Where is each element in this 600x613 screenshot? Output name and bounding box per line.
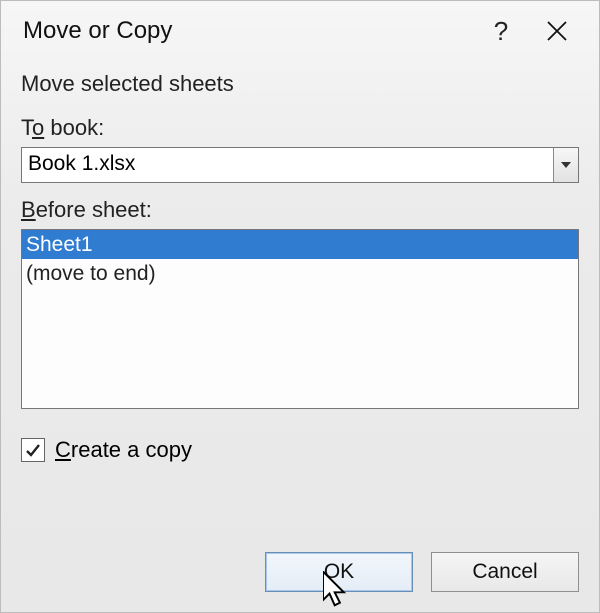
dialog-body: Move selected sheets To book: Book 1.xls… (1, 61, 599, 463)
close-icon (546, 20, 568, 42)
dialog-title: Move or Copy (23, 17, 473, 45)
before-sheet-listbox[interactable]: Sheet1 (move to end) (21, 229, 579, 409)
ok-button[interactable]: OK (265, 552, 413, 592)
move-or-copy-dialog: Move or Copy ? Move selected sheets To b… (0, 0, 600, 613)
list-item[interactable]: Sheet1 (22, 230, 578, 259)
close-button[interactable] (529, 7, 585, 55)
to-book-dropdown[interactable]: Book 1.xlsx (21, 147, 579, 183)
before-sheet-label: Before sheet: (21, 197, 579, 223)
dropdown-arrow-icon (553, 148, 578, 182)
titlebar: Move or Copy ? (1, 1, 599, 61)
help-button[interactable]: ? (473, 7, 529, 55)
checkbox-box (21, 438, 45, 462)
move-selected-sheets-label: Move selected sheets (21, 71, 579, 97)
checkmark-icon (25, 442, 41, 458)
list-item[interactable]: (move to end) (22, 259, 578, 288)
create-a-copy-checkbox[interactable]: Create a copy (21, 437, 579, 463)
cancel-button[interactable]: Cancel (431, 552, 579, 592)
to-book-value: Book 1.xlsx (22, 148, 553, 182)
create-a-copy-label: Create a copy (55, 437, 192, 463)
dialog-buttons: OK Cancel (265, 552, 579, 592)
help-icon: ? (494, 16, 508, 47)
to-book-label: To book: (21, 115, 579, 141)
